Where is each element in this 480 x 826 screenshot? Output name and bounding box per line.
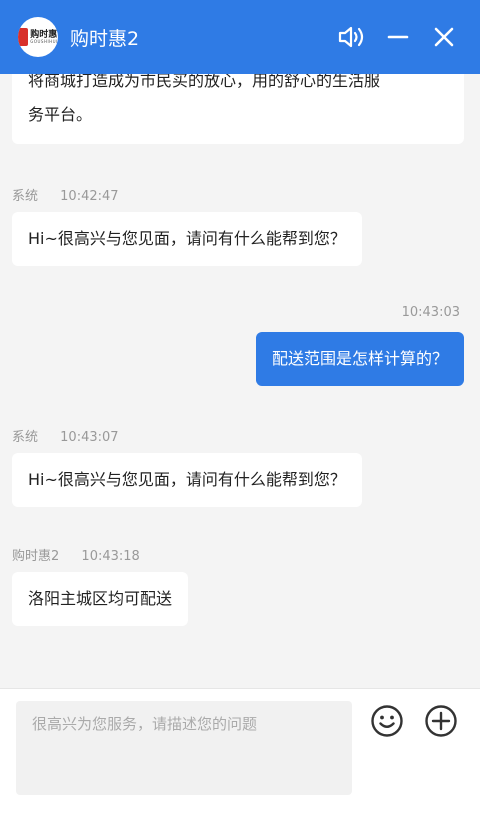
timestamp: 10:43:07 (60, 430, 119, 445)
sender-name: 系统 (12, 189, 39, 204)
message-meta: 系统 10:43:07 (12, 426, 119, 445)
message-bubble: 洛阳主城区均可配送 (12, 572, 189, 626)
volume-icon (338, 26, 364, 48)
close-button[interactable] (428, 21, 460, 53)
page-title: 购时惠2 (70, 27, 140, 50)
message-bubble: Hi~很高兴与您见面，请问有什么能帮到您？ (12, 212, 362, 266)
message-bubble-sent: 配送范围是怎样计算的？ (255, 332, 464, 386)
timestamp: 10:43:03 (401, 305, 460, 320)
logo-subtext: GOUSHIHUI (30, 38, 58, 44)
timestamp: 10:42:47 (60, 189, 119, 204)
emoji-button[interactable] (369, 703, 405, 739)
timestamp: 10:43:18 (81, 549, 140, 564)
close-icon (434, 27, 454, 47)
add-icon (425, 705, 457, 737)
minimize-icon (387, 35, 409, 39)
add-button[interactable] (423, 703, 459, 739)
sender-name: 系统 (12, 430, 39, 445)
message-input[interactable] (16, 701, 352, 795)
sender-name: 购时惠2 (12, 549, 60, 564)
message-meta: 系统 10:42:47 (12, 185, 119, 204)
brand-logo: 购时惠 GOUSHIHUI (18, 28, 58, 46)
message-meta: 10:43:03 (402, 305, 460, 320)
minimize-button[interactable] (382, 21, 414, 53)
emoji-icon (371, 705, 403, 737)
chat-header: 购时惠 GOUSHIHUI 购时惠2 (0, 0, 480, 74)
avatar: 购时惠 GOUSHIHUI (18, 17, 58, 57)
message-meta: 购时惠2 10:43:18 (12, 545, 140, 564)
message-list[interactable]: 将商城打造成为市民买的放心，用的舒心的生活服 务平台。 系统 10:42:47 … (0, 74, 480, 688)
message-bubble: Hi~很高兴与您见面，请问有什么能帮到您？ (12, 453, 362, 507)
sound-button[interactable] (336, 21, 368, 53)
logo-mark-icon (18, 28, 29, 46)
composer (0, 688, 480, 826)
message-bubble: 将商城打造成为市民买的放心，用的舒心的生活服 务平台。 (12, 74, 464, 144)
header-actions (322, 21, 460, 53)
